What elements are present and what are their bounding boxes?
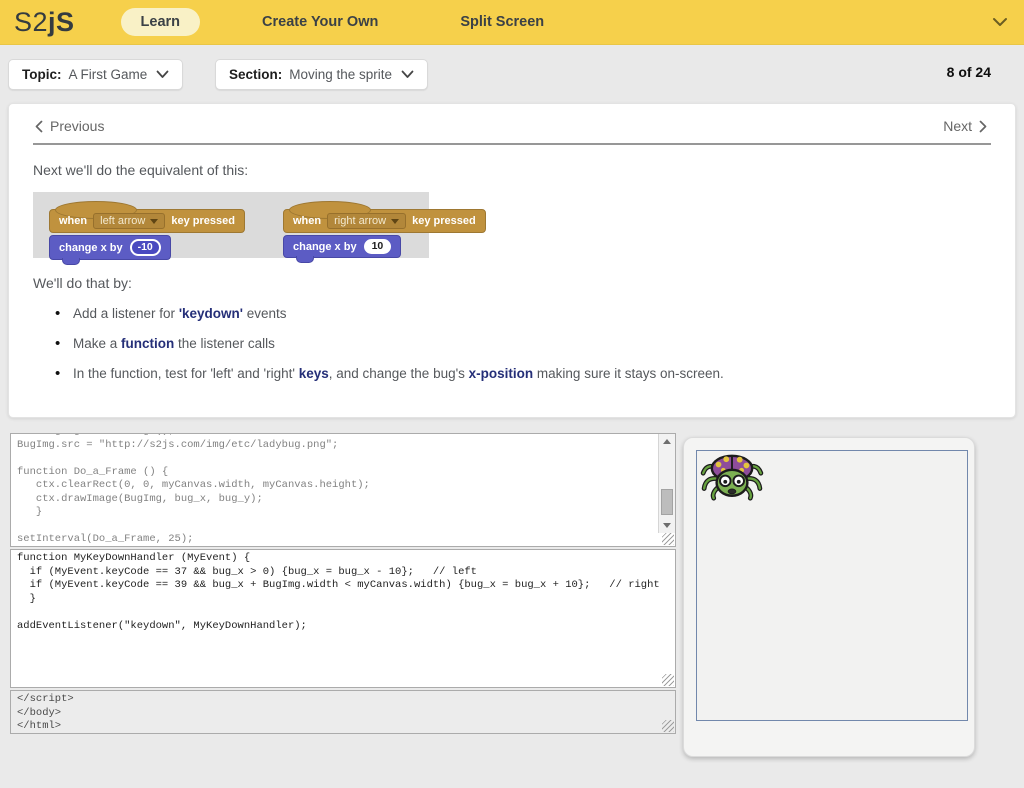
code-text-main: function MyKeyDownHandler (MyEvent) { if… [11, 550, 675, 635]
by-line-text: We'll do that by: [33, 275, 1015, 291]
arrow-down-icon [663, 523, 671, 528]
change-x-block-left: change x by -10 [49, 235, 171, 260]
key-dropdown-right: right arrow [327, 213, 406, 229]
chevron-left-icon [35, 120, 43, 133]
bullet-item: In the function, test for 'left' and 'ri… [55, 366, 1015, 381]
topic-value: A First Game [69, 67, 148, 82]
previous-button[interactable]: Previous [35, 118, 104, 134]
resize-grip-icon[interactable] [662, 674, 674, 686]
code-editor-locked-bottom[interactable]: </script> </body> </html> [10, 690, 676, 734]
lesson-pager: Previous Next [9, 104, 1015, 143]
scroll-down-button[interactable] [659, 518, 675, 533]
value-oval: 10 [364, 239, 392, 254]
scratch-script-right: when right arrow key pressed change x by… [283, 209, 486, 258]
editor-scrollbar[interactable] [658, 434, 675, 533]
logo-text-light: S2 [14, 7, 48, 37]
scroll-up-button[interactable] [659, 434, 675, 449]
key-dropdown-left: left arrow [93, 213, 165, 229]
scratch-blocks-image: when left arrow key pressed change x by … [33, 192, 429, 258]
main-nav: Learn Create Your Own Split Screen [121, 8, 565, 36]
topic-label: Topic: [22, 67, 62, 82]
logo-text-bold: jS [48, 7, 75, 37]
when-key-pressed-block-left: when left arrow key pressed [49, 209, 245, 233]
nav-tab-split-screen[interactable]: Split Screen [440, 8, 564, 36]
arrow-up-icon [663, 439, 671, 444]
app-logo[interactable]: S2jS [14, 7, 75, 38]
change-x-block-right: change x by 10 [283, 235, 401, 258]
chevron-down-icon [156, 70, 169, 79]
header-chevron-down-icon[interactable] [992, 17, 1008, 27]
dropdown-arrow-icon [391, 219, 399, 224]
key-option: right arrow [334, 215, 386, 227]
code-text-locked-top: var BugImg = new Image(); BugImg.src = "… [11, 433, 675, 547]
change-label: change x by [59, 242, 123, 254]
nav-tab-create-your-own[interactable]: Create Your Own [242, 8, 398, 36]
when-key-pressed-block-right: when right arrow key pressed [283, 209, 486, 233]
chevron-down-icon [401, 70, 414, 79]
page: S2jS Learn Create Your Own Split Screen … [0, 0, 1024, 788]
chevron-right-icon [979, 120, 987, 133]
page-indicator: 8 of 24 [947, 64, 991, 80]
section-value: Moving the sprite [289, 67, 392, 82]
ladybug-sprite [699, 452, 765, 502]
section-dropdown[interactable]: Section: Moving the sprite [215, 59, 428, 90]
change-label: change x by [293, 241, 357, 253]
stage-canvas [696, 450, 968, 721]
stage-card [683, 437, 975, 757]
when-label: when [293, 215, 321, 227]
bullet-item: Add a listener for 'keydown' events [55, 306, 1015, 321]
code-editor-main[interactable]: function MyKeyDownHandler (MyEvent) { if… [10, 549, 676, 688]
divider [33, 143, 991, 145]
scratch-script-left: when left arrow key pressed change x by … [49, 209, 245, 260]
value-oval: -10 [130, 239, 161, 256]
key-option: left arrow [100, 215, 145, 227]
resize-grip-icon[interactable] [662, 720, 674, 732]
next-label: Next [943, 118, 972, 134]
topic-bar: Topic: A First Game Section: Moving the … [0, 46, 1024, 100]
pressed-label: key pressed [171, 215, 235, 227]
nav-tab-learn[interactable]: Learn [121, 8, 201, 36]
dropdown-arrow-icon [150, 219, 158, 224]
scroll-thumb[interactable] [661, 489, 673, 515]
code-editor-locked-top[interactable]: var BugImg = new Image(); BugImg.src = "… [10, 433, 676, 547]
bullet-list: Add a listener for 'keydown' events Make… [55, 306, 1015, 381]
resize-grip-icon[interactable] [662, 533, 674, 545]
previous-label: Previous [50, 118, 104, 134]
bullet-item: Make a function the listener calls [55, 336, 1015, 351]
when-label: when [59, 215, 87, 227]
code-text-locked-bottom: </script> </body> </html> [11, 691, 675, 734]
app-header: S2jS Learn Create Your Own Split Screen [0, 0, 1024, 45]
intro-text: Next we'll do the equivalent of this: [33, 162, 1015, 178]
section-label: Section: [229, 67, 282, 82]
topic-dropdown[interactable]: Topic: A First Game [8, 59, 183, 90]
pressed-label: key pressed [412, 215, 476, 227]
next-button[interactable]: Next [943, 118, 987, 134]
lesson-card: Previous Next Next we'll do the equivale… [8, 103, 1016, 418]
